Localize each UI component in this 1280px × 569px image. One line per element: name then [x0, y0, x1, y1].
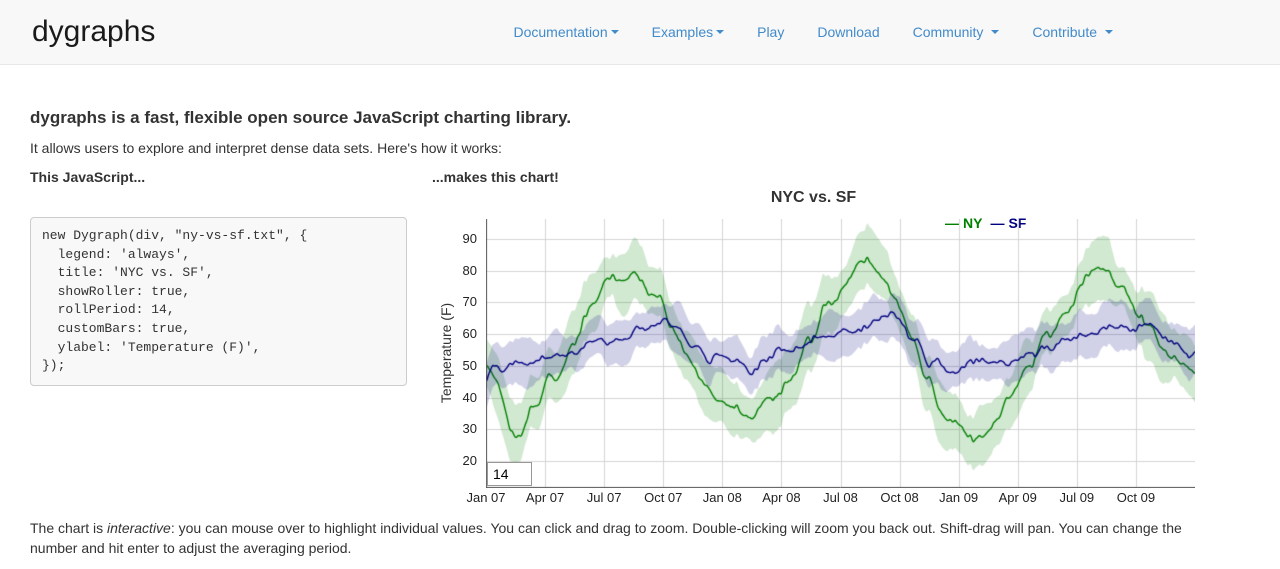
nav-item-download[interactable]: Download [817, 24, 879, 40]
brand-logo[interactable]: dygraphs [32, 17, 155, 47]
intro-text: It allows users to explore and interpret… [30, 140, 1250, 156]
x-tick-label: Jan 09 [929, 490, 989, 505]
y-tick-label: 90 [432, 231, 477, 247]
nav-item-label: Download [817, 24, 879, 40]
main-nav: Documentation Examples Play Download Com… [513, 24, 1113, 40]
chart-column: ...makes this chart! NYC vs. SF —NY—SF T… [432, 169, 1250, 505]
main-content: dygraphs is a fast, flexible open source… [0, 108, 1280, 558]
y-tick-label: 60 [432, 326, 477, 342]
chart-help-text: The chart is interactive: you can mouse … [30, 518, 1202, 558]
javascript-column: This JavaScript... new Dygraph(div, "ny-… [30, 169, 407, 505]
help-text-part: : you can mouse over to highlight indivi… [171, 520, 1182, 536]
nav-item-label: Examples [652, 24, 713, 40]
nav-item-label: Contribute [1032, 24, 1097, 40]
chart-title: NYC vs. SF [432, 189, 1195, 207]
help-text-emphasis: interactive [107, 520, 171, 536]
chevron-down-icon [611, 30, 619, 34]
chart-canvas[interactable] [486, 219, 1195, 488]
x-tick-label: Oct 07 [633, 490, 693, 505]
page-tagline: dygraphs is a fast, flexible open source… [30, 108, 1250, 128]
x-tick-label: Apr 08 [751, 490, 811, 505]
x-tick-label: Oct 09 [1106, 490, 1166, 505]
nav-item-examples[interactable]: Examples [652, 24, 724, 40]
help-text-part: The chart is [30, 520, 107, 536]
x-tick-label: Jul 07 [574, 490, 634, 505]
x-tick-label: Jan 07 [456, 490, 516, 505]
x-tick-label: Jan 08 [692, 490, 752, 505]
x-tick-label: Jul 09 [1047, 490, 1107, 505]
code-block: new Dygraph(div, "ny-vs-sf.txt", { legen… [30, 217, 407, 386]
nav-item-play[interactable]: Play [757, 24, 784, 40]
y-axis-title: Temperature (F) [438, 303, 454, 403]
nav-item-community[interactable]: Community [913, 24, 1000, 40]
y-tick-label: 40 [432, 390, 477, 406]
javascript-label: This JavaScript... [30, 169, 407, 187]
y-tick-label: 80 [432, 263, 477, 279]
y-tick-label: 30 [432, 421, 477, 437]
chart: NYC vs. SF —NY—SF Temperature (F) 203040… [432, 187, 1195, 505]
x-tick-label: Jul 08 [811, 490, 871, 505]
help-text-part: number and hit enter to adjust the avera… [30, 540, 351, 556]
chart-label: ...makes this chart! [432, 169, 1250, 187]
roll-period-input[interactable] [487, 462, 532, 486]
nav-item-label: Community [913, 24, 984, 40]
x-tick-label: Apr 07 [515, 490, 575, 505]
y-tick-label: 20 [432, 453, 477, 469]
chevron-down-icon [716, 30, 724, 34]
demo-row: This JavaScript... new Dygraph(div, "ny-… [30, 169, 1250, 505]
chevron-down-icon [991, 30, 999, 34]
y-tick-label: 70 [432, 294, 477, 310]
nav-item-label: Documentation [513, 24, 607, 40]
x-tick-label: Oct 08 [870, 490, 930, 505]
header: dygraphs Documentation Examples Play Dow… [0, 0, 1280, 65]
chevron-down-icon [1105, 30, 1113, 34]
nav-item-label: Play [757, 24, 784, 40]
nav-item-contribute[interactable]: Contribute [1032, 24, 1113, 40]
x-tick-label: Apr 09 [988, 490, 1048, 505]
y-tick-label: 50 [432, 358, 477, 374]
nav-item-documentation[interactable]: Documentation [513, 24, 618, 40]
